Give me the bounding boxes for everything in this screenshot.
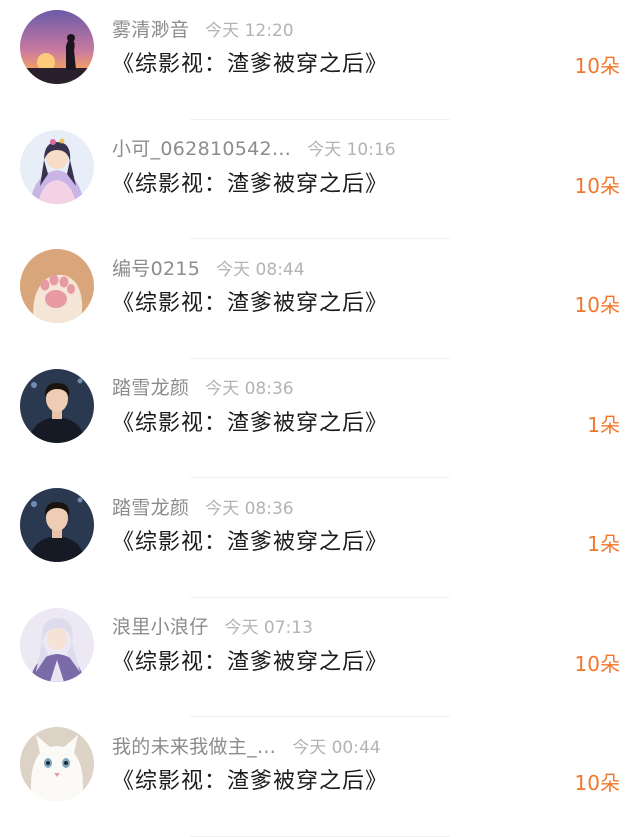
list-item[interactable]: 雾清渺音 今天 12:20 《综影视：渣爹被穿之后》 10朵 [0, 0, 640, 120]
sunset-silhouette-avatar-icon [20, 10, 94, 84]
divider [190, 835, 450, 837]
username[interactable]: 我的未来我做主_… [112, 732, 276, 759]
timestamp: 今天 00:44 [292, 737, 381, 758]
flower-count: 10朵 [574, 293, 620, 317]
book-title[interactable]: 《综影视：渣爹被穿之后》 [112, 405, 388, 437]
anime-girl-avatar-icon [20, 129, 94, 204]
timestamp: 今天 12:20 [205, 20, 294, 41]
white-cat-avatar-icon [20, 727, 94, 801]
avatar[interactable] [20, 727, 94, 801]
book-title[interactable]: 《综影视：渣爹被穿之后》 [112, 285, 388, 317]
list-item[interactable]: 我的未来我做主_… 今天 00:44 《综影视：渣爹被穿之后》 10朵 [0, 717, 640, 837]
timestamp: 今天 08:36 [205, 379, 294, 399]
book-title[interactable]: 《综影视：渣爹被穿之后》 [112, 166, 388, 198]
book-title[interactable]: 《综影视：渣爹被穿之后》 [112, 763, 388, 795]
timestamp: 今天 08:44 [216, 259, 305, 280]
avatar[interactable] [20, 368, 94, 443]
flower-count: 10朵 [574, 651, 620, 676]
list-item[interactable]: 踏雪龙颜 今天 08:36 《综影视：渣爹被穿之后》 1朵 [0, 359, 640, 478]
book-title[interactable]: 《综影视：渣爹被穿之后》 [112, 644, 388, 676]
book-title[interactable]: 《综影视：渣爹被穿之后》 [112, 46, 388, 78]
username[interactable]: 雾清渺音 [112, 15, 189, 42]
username[interactable]: 编号0215 [112, 254, 200, 281]
avatar[interactable] [20, 488, 94, 562]
list-item[interactable]: 小可_062810542… 今天 10:16 《综影视：渣爹被穿之后》 10朵 [0, 120, 640, 239]
username[interactable]: 踏雪龙颜 [112, 493, 189, 520]
username[interactable]: 小可_062810542… [112, 134, 291, 161]
timestamp: 今天 10:16 [307, 140, 396, 160]
gift-record-list: 雾清渺音 今天 12:20 《综影视：渣爹被穿之后》 10朵 小可_062810… [0, 0, 640, 837]
list-item[interactable]: 浪里小浪仔 今天 07:13 《综影视：渣爹被穿之后》 10朵 [0, 598, 640, 717]
flower-count: 10朵 [574, 173, 620, 198]
timestamp: 今天 08:36 [205, 498, 294, 519]
avatar[interactable] [20, 10, 94, 84]
flower-count: 10朵 [574, 54, 620, 78]
username[interactable]: 浪里小浪仔 [112, 612, 209, 639]
list-item[interactable]: 踏雪龙颜 今天 08:36 《综影视：渣爹被穿之后》 1朵 [0, 478, 640, 598]
username[interactable]: 踏雪龙颜 [112, 373, 189, 400]
timestamp: 今天 07:13 [224, 618, 313, 638]
book-title[interactable]: 《综影视：渣爹被穿之后》 [112, 524, 388, 556]
flower-count: 10朵 [574, 771, 620, 795]
avatar[interactable] [20, 129, 94, 204]
anime-silver-hair-avatar-icon [20, 607, 94, 682]
man-portrait-avatar-icon [20, 488, 94, 562]
avatar[interactable] [20, 249, 94, 323]
cat-paw-avatar-icon [20, 249, 94, 323]
flower-count: 1朵 [587, 412, 620, 437]
flower-count: 1朵 [587, 532, 620, 556]
list-item[interactable]: 编号0215 今天 08:44 《综影视：渣爹被穿之后》 10朵 [0, 239, 640, 359]
man-portrait-avatar-icon [20, 368, 94, 443]
avatar[interactable] [20, 607, 94, 682]
